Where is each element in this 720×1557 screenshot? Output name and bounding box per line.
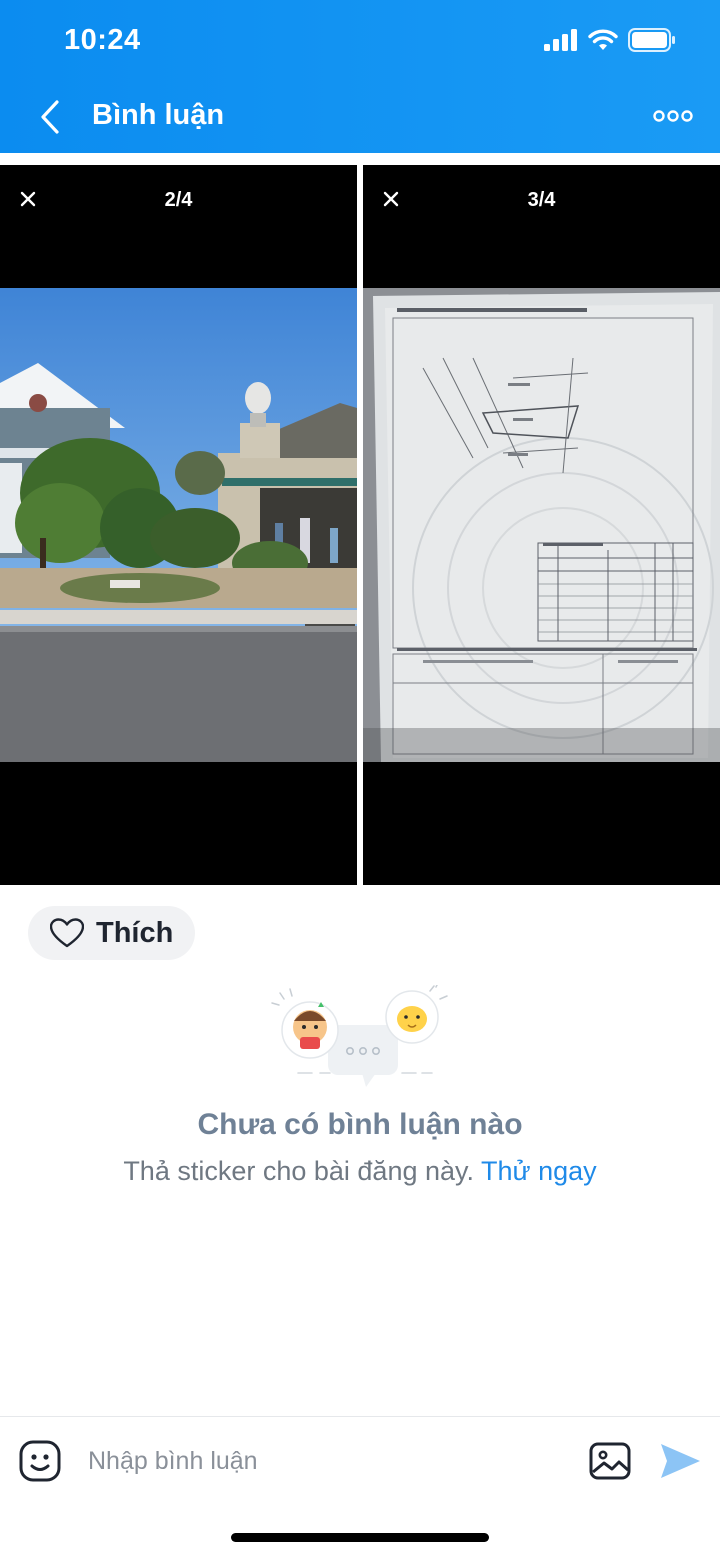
comment-composer [0, 1416, 720, 1506]
page-title: Bình luận [92, 99, 225, 131]
send-icon[interactable] [658, 1441, 702, 1481]
back-button[interactable] [30, 95, 70, 139]
media-counter: 2/4 [164, 189, 193, 211]
nav-bar: Bình luận [0, 85, 720, 149]
wifi-icon [588, 29, 618, 50]
status-icons [544, 28, 676, 52]
media-counter: 3/4 [527, 189, 556, 211]
back-arrow-icon [41, 100, 59, 134]
empty-state-text: Thả sticker cho bài đăng này. [123, 1156, 475, 1186]
comment-input[interactable] [88, 1439, 558, 1483]
media-card[interactable]: 3/4 [363, 165, 720, 885]
status-bar: 10:24 [0, 0, 720, 80]
media-row: 2/4 3/4 [0, 165, 720, 885]
media-card[interactable]: 2/4 [0, 165, 357, 885]
battery-icon [628, 28, 675, 52]
image-icon[interactable] [588, 1441, 632, 1481]
empty-comments-illustration [271, 985, 448, 1087]
more-button[interactable] [652, 103, 694, 129]
document-photo[interactable] [363, 288, 720, 762]
status-time: 10:24 [64, 24, 141, 56]
app-header: 10:24 Bình luận [0, 0, 720, 153]
signal-icon [544, 29, 577, 51]
heart-icon [50, 918, 84, 948]
sticker-icon[interactable] [18, 1439, 62, 1483]
empty-state-title: Chưa có bình luận nào [197, 1108, 523, 1141]
like-label: Thích [96, 916, 174, 949]
street-photo[interactable] [0, 288, 357, 762]
try-now-link[interactable]: Thử ngay [481, 1156, 597, 1186]
empty-state-subtitle: Thả sticker cho bài đăng này. Thử ngay [0, 1156, 720, 1187]
like-button[interactable]: Thích [28, 906, 195, 960]
more-icon [653, 110, 693, 122]
home-indicator [231, 1533, 489, 1542]
